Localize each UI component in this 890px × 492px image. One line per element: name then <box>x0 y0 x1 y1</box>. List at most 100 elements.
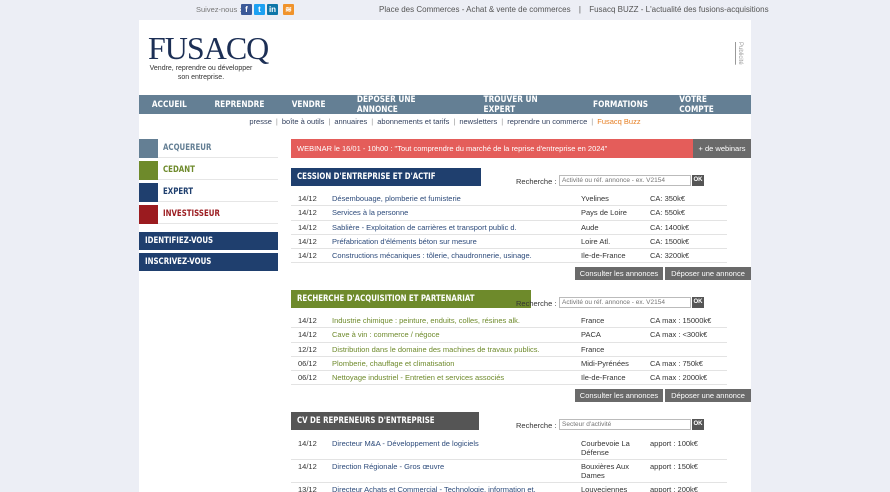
recherche-ok-button[interactable]: OK <box>692 297 704 308</box>
profile-color-block <box>139 161 158 180</box>
separator: | <box>591 117 594 126</box>
nav-item[interactable]: TROUVER UN EXPERT <box>483 95 561 115</box>
register-button[interactable]: INSCRIVEZ-VOUS <box>139 253 278 271</box>
listing-location: PACA <box>581 330 601 340</box>
listing-date: 14/12 <box>298 222 317 232</box>
top-links: Place des Commerces - Achat & vente de c… <box>379 5 769 14</box>
more-webinars-button[interactable]: + de webinars <box>693 139 751 158</box>
listing-location: Ile-de-France <box>581 373 626 383</box>
listing-title[interactable]: Préfabrication d'éléments béton sur mesu… <box>332 237 477 246</box>
profile-acquereur[interactable]: ACQUEREUR <box>139 139 278 158</box>
listing-row[interactable]: 14/12 Services à la personne Pays de Loire… <box>291 206 727 221</box>
listing-title[interactable]: Désembouage, plomberie et fumisterie <box>332 194 461 203</box>
section-cession: CESSION D'ENTREPRISE ET D'ACTIF Recherch… <box>291 168 751 282</box>
listing-row[interactable]: 06/12 Nettoyage industriel - Entretien et… <box>291 371 727 386</box>
listing-row[interactable]: 13/12 Directeur Achats et Commercial - Te… <box>291 483 727 492</box>
listing-row[interactable]: 14/12 Préfabrication d'éléments béton sur… <box>291 235 727 250</box>
recherche-deposer-button[interactable]: Déposer une annonce <box>665 389 751 402</box>
cv-search-input[interactable] <box>559 419 691 430</box>
subnav-link[interactable]: Fusacq Buzz <box>597 117 640 126</box>
listing-title[interactable]: Distribution dans le domaine des machine… <box>332 345 540 354</box>
cession-ok-button[interactable]: OK <box>692 175 704 186</box>
nav-item[interactable]: VOTRE COMPTE <box>679 95 736 115</box>
page-container: FUSACQ Vendre, reprendre ou développer s… <box>139 20 751 492</box>
fusacq-buzz-link[interactable]: Fusacq BUZZ - L'actualité des fusions-ac… <box>589 5 768 14</box>
listing-row[interactable]: 14/12 Directeur M&A - Développement de lo… <box>291 437 727 460</box>
separator: | <box>275 117 278 126</box>
rss-icon[interactable]: ≋ <box>283 4 294 15</box>
main-nav: ACCUEIL REPRENDRE VENDRE DEPOSER UNE ANNONC… <box>139 95 751 115</box>
listing-location: Midi-Pyrénées <box>581 358 629 368</box>
search-label: Recherche : <box>516 421 557 430</box>
listing-amount: CA max : 15000k€ <box>650 316 712 325</box>
listing-row[interactable]: 14/12 Industrie chimique : peinture, endu… <box>291 314 727 329</box>
recherche-consulter-button[interactable]: Consulter les annonces <box>575 389 663 402</box>
listing-location: France <box>581 316 605 325</box>
cv-ok-button[interactable]: OK <box>692 419 704 430</box>
place-des-commerces-link[interactable]: Place des Commerces - Achat & vente de c… <box>379 5 571 14</box>
listing-title[interactable]: Directeur Achats et Commercial - Technol… <box>332 485 536 492</box>
listing-row[interactable]: 14/12 Sablière - Exploitation de carrière… <box>291 221 727 235</box>
identify-button[interactable]: IDENTIFIEZ-VOUS <box>139 232 278 250</box>
publicite-label[interactable]: Publicité <box>737 42 743 65</box>
listing-location: Pays de Loire <box>581 208 627 218</box>
listing-row[interactable]: 14/12 Constructions mécaniques : tôlerie,… <box>291 249 727 264</box>
nav-item[interactable]: DEPOSER UNE ANNONCE <box>357 95 447 115</box>
separator: | <box>501 117 504 126</box>
subnav-link[interactable]: newsletters <box>459 117 497 126</box>
listing-location: Aude <box>581 222 599 232</box>
recherche-search-input[interactable] <box>559 297 691 308</box>
listing-date: 13/12 <box>298 485 317 492</box>
cession-consulter-button[interactable]: Consulter les annonces <box>575 267 663 280</box>
profile-expert[interactable]: EXPERT <box>139 183 278 202</box>
subnav-link[interactable]: reprendre un commerce <box>507 117 587 126</box>
subnav-link[interactable]: annuaires <box>334 117 367 126</box>
fusacq-logo[interactable]: FUSACQ <box>148 30 269 67</box>
listing-row[interactable]: 06/12 Plomberie, chauffage et climatisati… <box>291 357 727 372</box>
listing-title[interactable]: Services à la personne <box>332 208 408 217</box>
nav-item[interactable]: REPRENDRE <box>214 100 264 110</box>
subnav-link[interactable]: presse <box>249 117 272 126</box>
identify-button-label: IDENTIFIEZ-VOUS <box>145 236 214 246</box>
profile-color-block <box>139 139 158 158</box>
nav-item[interactable]: FORMATIONS <box>593 100 648 110</box>
section-title: CESSION D'ENTREPRISE ET D'ACTIF <box>291 168 481 186</box>
listing-location: Loire Atl. <box>581 236 611 246</box>
listing-amount: apport : 200k€ <box>650 485 698 492</box>
listing-title[interactable]: Directeur M&A - Développement de logicie… <box>332 439 479 448</box>
profile-label: CEDANT <box>163 165 195 175</box>
listing-location: Louveciennes <box>581 485 628 492</box>
cession-search-input[interactable] <box>559 175 691 186</box>
listing-row[interactable]: 12/12 Distribution dans le domaine des ma… <box>291 343 727 357</box>
twitter-icon[interactable]: t <box>254 4 265 15</box>
nav-item[interactable]: VENDRE <box>291 100 325 110</box>
cession-deposer-button[interactable]: Déposer une annonce <box>665 267 751 280</box>
profile-color-block <box>139 205 158 224</box>
listing-title[interactable]: Cave à vin : commerce / négoce <box>332 330 440 339</box>
profile-investisseur[interactable]: INVESTISSEUR <box>139 205 278 224</box>
listing-amount: CA max : <300k€ <box>650 330 708 340</box>
linkedin-icon[interactable]: in <box>267 4 278 15</box>
subnav-link[interactable]: boîte à outils <box>282 117 325 126</box>
profile-label: INVESTISSEUR <box>163 209 220 219</box>
listing-row[interactable]: 14/12 Cave à vin : commerce / négoce PACA C… <box>291 328 727 343</box>
profile-color-block <box>139 183 158 202</box>
listing-title[interactable]: Sablière - Exploitation de carrières et … <box>332 223 517 232</box>
listing-title[interactable]: Industrie chimique : peinture, enduits, … <box>332 316 520 325</box>
listing-location: Ile-de-France <box>581 251 626 261</box>
subnav-link[interactable]: abonnements et tarifs <box>377 117 449 126</box>
listing-title[interactable]: Constructions mécaniques : tôlerie, chau… <box>332 251 532 260</box>
listing-title[interactable]: Direction Régionale - Gros œuvre <box>332 462 444 471</box>
facebook-icon[interactable]: f <box>241 4 252 15</box>
listing-title[interactable]: Plomberie, chauffage et climatisation <box>332 359 454 368</box>
listing-row[interactable]: 14/12 Direction Régionale - Gros œuvre Bou… <box>291 460 727 483</box>
nav-item[interactable]: ACCUEIL <box>152 100 187 110</box>
listing-title[interactable]: Nettoyage industriel - Entretien et serv… <box>332 373 504 382</box>
profile-cedant[interactable]: CEDANT <box>139 161 278 180</box>
listing-row[interactable]: 14/12 Désembouage, plomberie et fumisteri… <box>291 192 727 207</box>
listing-date: 14/12 <box>298 194 317 203</box>
separator: | <box>371 117 374 126</box>
webinar-banner[interactable]: WEBINAR le 16/01 - 10h00 : "Tout compren… <box>291 139 693 158</box>
section-title: CV DE REPRENEURS D'ENTREPRISE <box>291 412 480 430</box>
listing-date: 12/12 <box>298 344 317 354</box>
